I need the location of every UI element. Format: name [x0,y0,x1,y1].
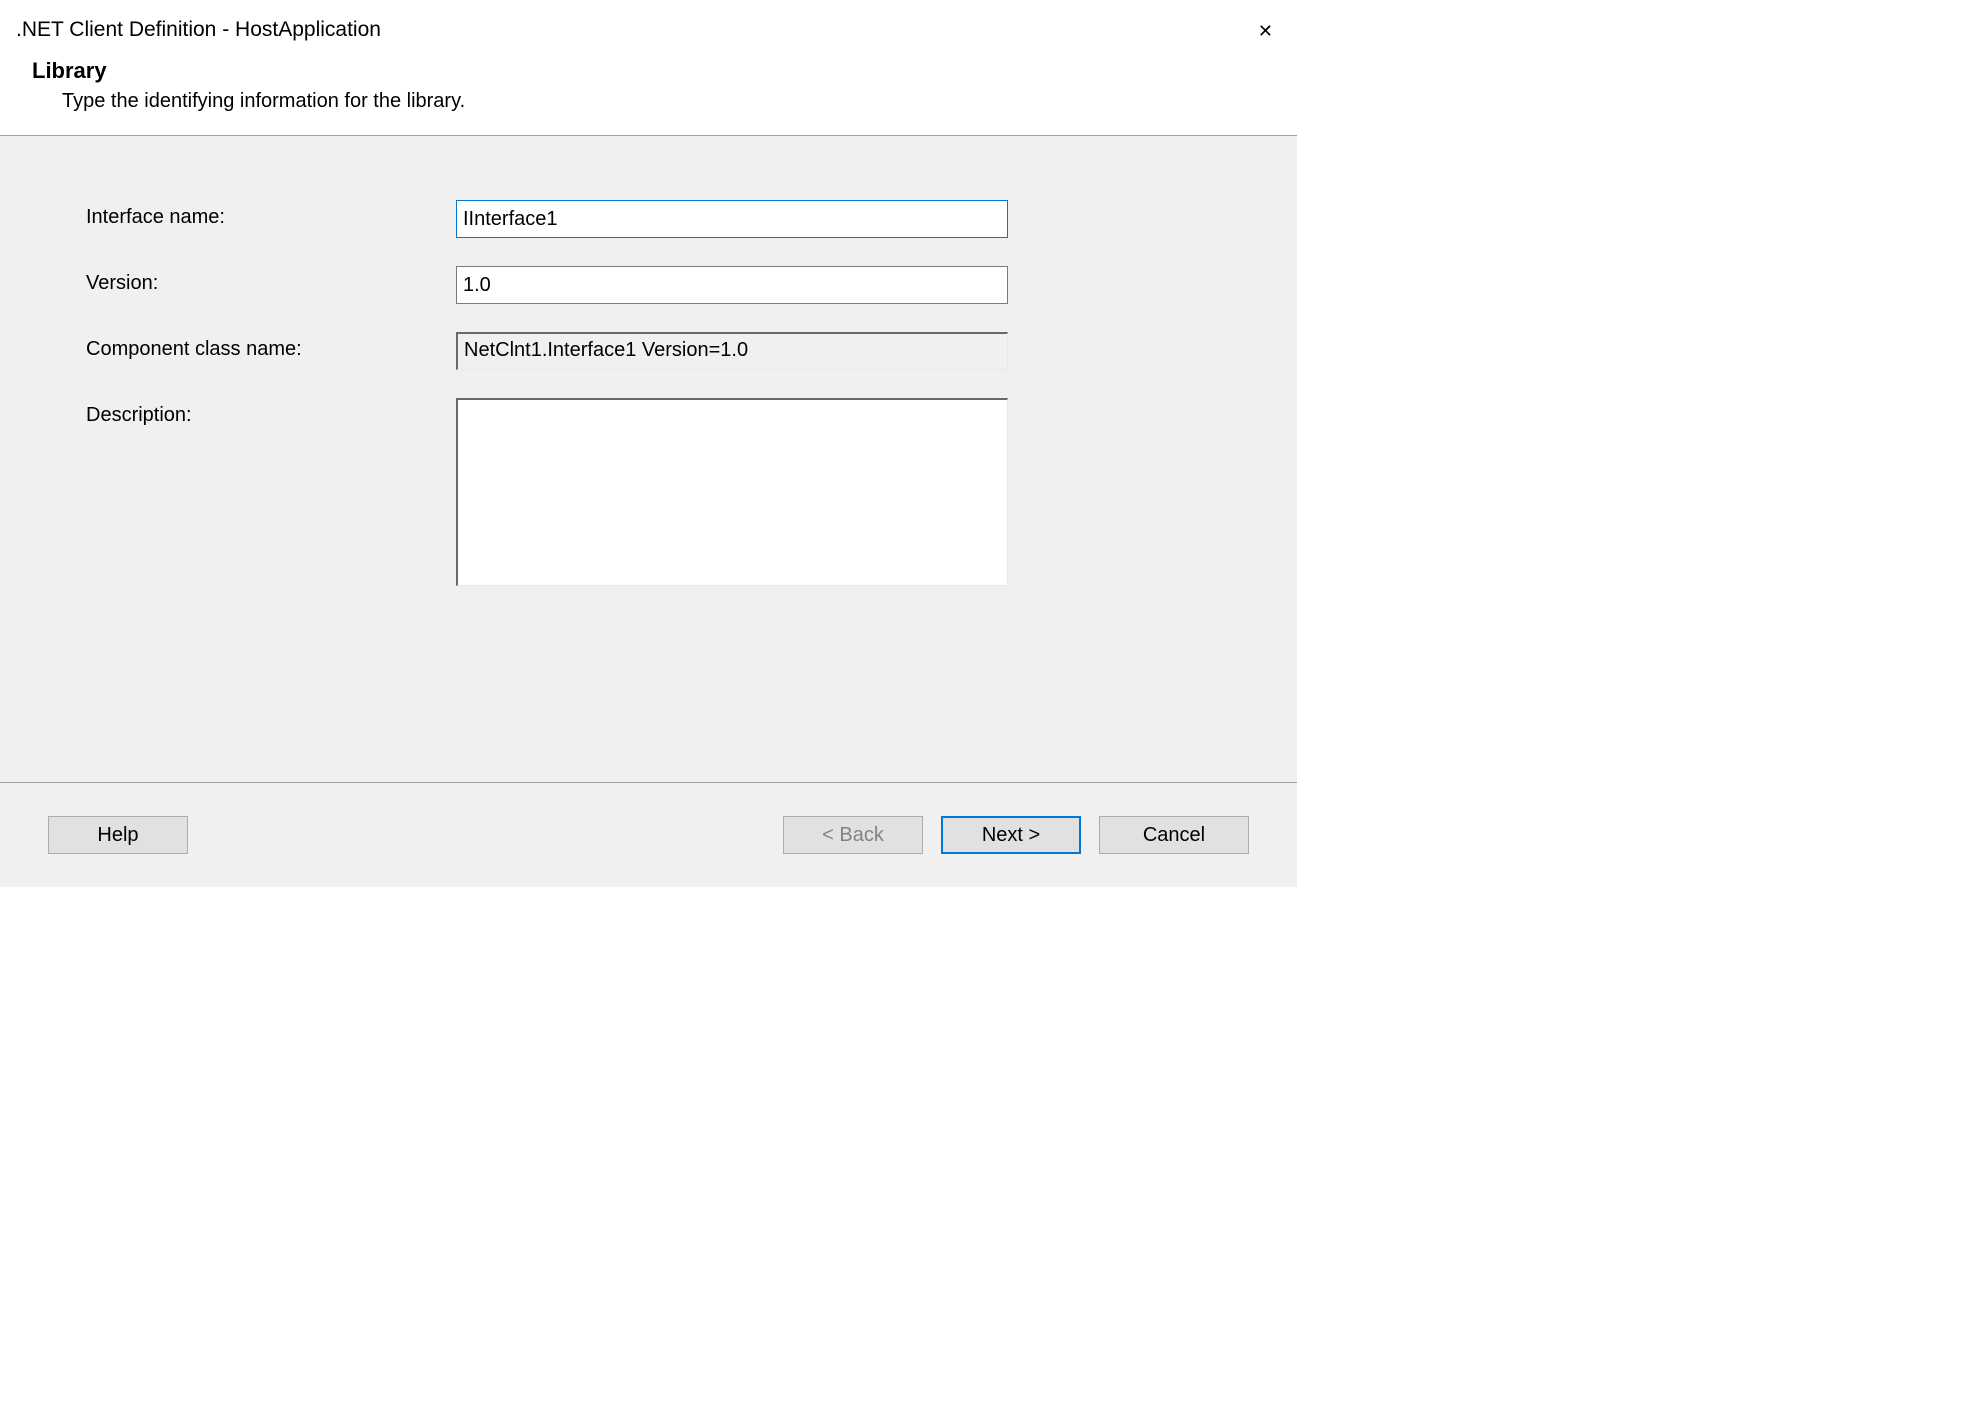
version-label: Version: [86,266,456,295]
component-class-name-display: NetClnt1.Interface1 Version=1.0 [456,332,1008,370]
description-row: Description: [86,398,1267,586]
interface-name-row: Interface name: [86,200,1267,238]
wizard-header: Library Type the identifying information… [0,50,1297,135]
footer-right: < Back Next > Cancel [188,816,1249,854]
interface-name-input[interactable] [456,200,1008,238]
back-button: < Back [783,816,923,854]
nav-buttons: < Back Next > [783,816,1081,854]
description-input[interactable] [456,398,1008,586]
close-icon[interactable]: ✕ [1254,18,1277,44]
form-area: Interface name: Version: Component class… [0,136,1297,782]
next-button[interactable]: Next > [941,816,1081,854]
footer-left: Help [48,816,188,854]
page-description: Type the identifying information for the… [32,90,1281,113]
component-class-name-label: Component class name: [86,332,456,361]
version-row: Version: [86,266,1267,304]
wizard-footer: Help < Back Next > Cancel [0,783,1297,887]
page-title: Library [32,58,1281,84]
interface-name-label: Interface name: [86,200,456,229]
help-button[interactable]: Help [48,816,188,854]
version-input[interactable] [456,266,1008,304]
titlebar: .NET Client Definition - HostApplication… [0,0,1297,50]
cancel-button[interactable]: Cancel [1099,816,1249,854]
description-label: Description: [86,398,456,427]
component-class-name-row: Component class name: NetClnt1.Interface… [86,332,1267,370]
window-title: .NET Client Definition - HostApplication [16,18,381,42]
